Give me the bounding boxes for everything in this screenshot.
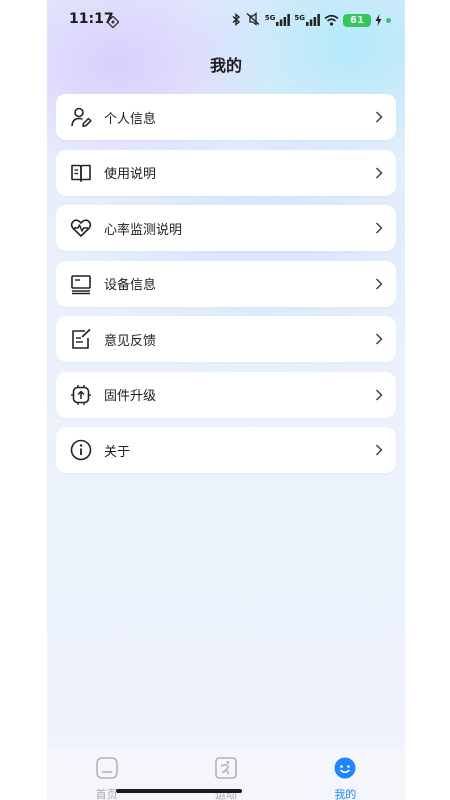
signal-icon: 5G: [265, 14, 291, 26]
menu-item-label: 个人信息: [104, 111, 157, 127]
chevron-right-icon: [375, 333, 383, 345]
bluetooth-icon: [231, 11, 241, 30]
privacy-dot: [386, 17, 391, 23]
signal-icon: 5G: [294, 14, 320, 26]
sport-icon: [214, 756, 238, 784]
heart-rate-icon: [70, 217, 92, 239]
page-title: 我的: [209, 56, 242, 75]
menu-item-user-guide[interactable]: 使用说明: [56, 149, 396, 196]
settings-menu: 个人信息 使用说明 心率监测说明 设备信息 意见反馈 固件升级 关于: [56, 94, 396, 483]
nfc-icon: [106, 13, 120, 32]
tab-home-label: 首页: [95, 788, 118, 800]
charging-icon: [375, 11, 382, 30]
device-icon: [70, 273, 92, 295]
menu-item-device-info[interactable]: 设备信息: [56, 260, 396, 307]
tab-profile-label: 我的: [334, 788, 357, 800]
menu-item-label: 设备信息: [104, 278, 157, 293]
info-icon: [70, 439, 92, 461]
chevron-right-icon: [375, 388, 383, 401]
app-screen: 11:17 5G 5G 61 我的 个人信息 使用说明 心率监测说明 设备信息 …: [47, 0, 405, 800]
menu-item-label: 关于: [104, 444, 131, 460]
wifi-icon: [324, 11, 339, 30]
menu-item-heart-rate-guide[interactable]: 心率监测说明: [56, 205, 396, 251]
network-label: 5G: [264, 14, 276, 22]
feedback-icon: [70, 328, 92, 350]
book-icon: [70, 162, 92, 184]
chevron-right-icon: [375, 277, 383, 290]
chevron-right-icon: [375, 166, 383, 179]
chevron-right-icon: [375, 222, 383, 234]
home-indicator: [116, 789, 242, 793]
menu-item-about[interactable]: 关于: [56, 427, 396, 473]
status-indicators: 5G 5G 61: [231, 11, 391, 29]
menu-item-feedback[interactable]: 意见反馈: [56, 316, 396, 362]
menu-item-firmware-upgrade[interactable]: 固件升级: [56, 371, 396, 418]
mute-icon: [245, 11, 261, 30]
status-bar: 11:17 5G 5G 61: [47, 0, 405, 40]
menu-item-label: 心率监测说明: [104, 222, 183, 238]
chevron-right-icon: [375, 444, 383, 456]
tab-profile[interactable]: 我的: [286, 748, 405, 800]
menu-item-label: 使用说明: [104, 167, 157, 182]
home-icon: [95, 756, 119, 784]
menu-item-label: 固件升级: [104, 389, 157, 404]
battery-indicator: 61: [343, 13, 371, 27]
network-label: 5G: [294, 14, 305, 22]
profile-face-icon: [333, 756, 357, 784]
firmware-upgrade-icon: [70, 384, 92, 406]
chevron-right-icon: [375, 111, 383, 123]
menu-item-personal-info[interactable]: 个人信息: [56, 94, 396, 140]
user-edit-icon: [70, 106, 92, 128]
menu-item-label: 意见反馈: [104, 333, 157, 349]
